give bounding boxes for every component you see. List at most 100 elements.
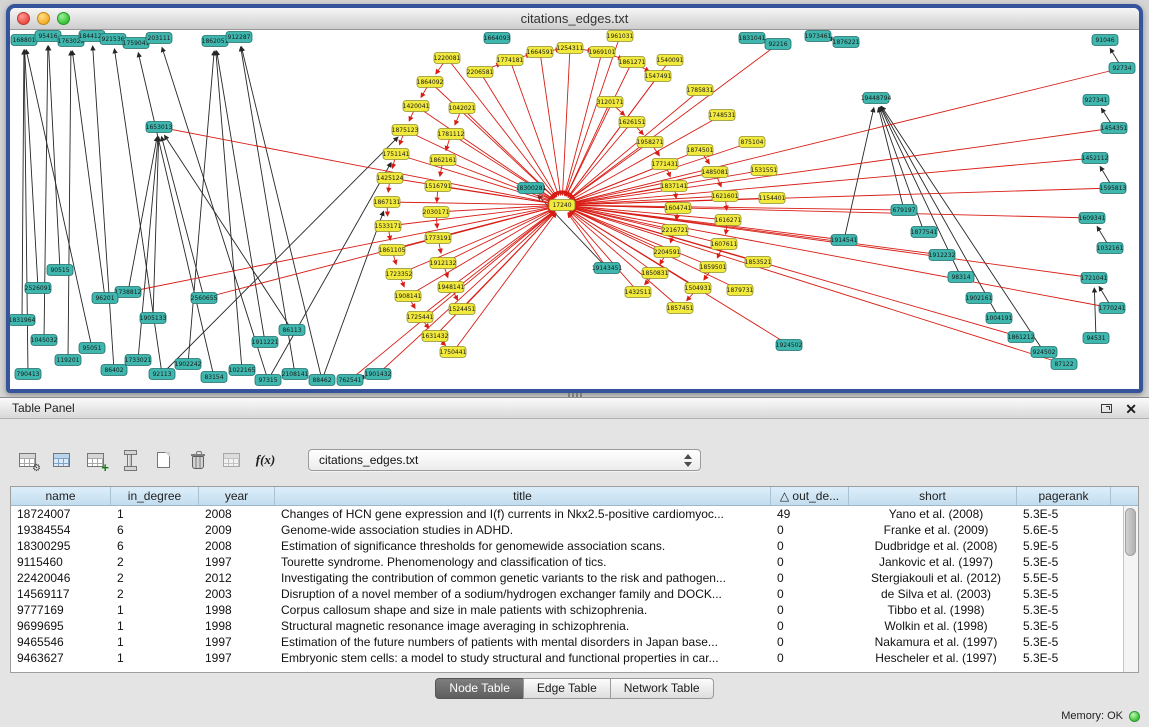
close-panel-icon[interactable]: ✕ xyxy=(1125,402,1137,416)
network-node[interactable]: 1609341 xyxy=(1079,213,1106,224)
cell-short[interactable]: de Silva et al. (2003) xyxy=(849,586,1017,602)
tab-node-table[interactable]: Node Table xyxy=(435,678,524,699)
network-node[interactable]: 1770241 xyxy=(1099,303,1126,314)
network-node[interactable]: 1631432 xyxy=(422,331,449,342)
network-node[interactable]: 1653013 xyxy=(146,122,173,133)
network-node[interactable]: 1004191 xyxy=(986,313,1013,324)
table-row[interactable]: 946554611997Estimation of the future num… xyxy=(11,634,1123,650)
cell-in_degree[interactable]: 1 xyxy=(111,506,199,522)
import-table-icon[interactable] xyxy=(218,447,245,473)
memory-status-indicator[interactable] xyxy=(1129,711,1140,722)
network-node[interactable]: 92734 xyxy=(1109,63,1135,74)
network-node[interactable]: 1751141 xyxy=(383,149,410,160)
network-node[interactable]: 679197 xyxy=(891,205,917,216)
network-node[interactable]: 1831041 xyxy=(739,33,766,44)
network-node[interactable]: 96201 xyxy=(92,293,118,304)
function-builder-icon[interactable]: f(x) xyxy=(252,447,279,473)
network-node[interactable]: 924502 xyxy=(1031,347,1057,358)
network-node[interactable]: 927341 xyxy=(1083,95,1109,106)
network-node[interactable]: 1042021 xyxy=(449,103,476,114)
network-node[interactable]: 1432511 xyxy=(625,287,652,298)
table-row[interactable]: 1830029562008Estimation of significance … xyxy=(11,538,1123,554)
column-header-year[interactable]: year xyxy=(199,487,275,505)
network-node[interactable]: 1861105 xyxy=(379,245,406,256)
network-node[interactable]: 1911221 xyxy=(252,337,279,348)
column-header-title[interactable]: title xyxy=(275,487,771,505)
cell-out_de[interactable]: 0 xyxy=(771,522,849,538)
table-row[interactable]: 1456911722003Disruption of a novel membe… xyxy=(11,586,1123,602)
cell-in_degree[interactable]: 6 xyxy=(111,522,199,538)
table-row[interactable]: 911546021997Tourette syndrome. Phenomeno… xyxy=(11,554,1123,570)
network-node[interactable]: 1864092 xyxy=(417,77,444,88)
network-node[interactable]: 1540091 xyxy=(657,55,684,66)
cell-year[interactable]: 2009 xyxy=(199,522,275,538)
network-node[interactable]: 1785831 xyxy=(687,85,714,96)
cell-short[interactable]: Stergiakouli et al. (2012) xyxy=(849,570,1017,586)
table-selector-dropdown[interactable]: citations_edges.txt xyxy=(308,449,701,471)
network-node[interactable]: 1454351 xyxy=(1101,123,1128,134)
network-node[interactable]: 1874501 xyxy=(687,145,714,156)
network-node[interactable]: 1032161 xyxy=(1097,243,1124,254)
cell-name[interactable]: 9115460 xyxy=(11,554,111,570)
network-node[interactable]: 90515 xyxy=(47,265,73,276)
network-node[interactable]: 1595813 xyxy=(1100,183,1127,194)
cell-out_de[interactable]: 49 xyxy=(771,506,849,522)
cell-out_de[interactable]: 0 xyxy=(771,602,849,618)
cell-name[interactable]: 18724007 xyxy=(11,506,111,522)
network-node[interactable]: 2204591 xyxy=(654,247,681,258)
network-node[interactable]: 92113 xyxy=(149,369,175,380)
network-node[interactable]: 1621601 xyxy=(712,191,739,202)
cell-in_degree[interactable]: 1 xyxy=(111,650,199,666)
cell-title[interactable]: Corpus callosum shape and size in male p… xyxy=(275,602,771,618)
column-icon[interactable] xyxy=(116,447,143,473)
cell-name[interactable]: 18300295 xyxy=(11,538,111,554)
scrollbar-thumb[interactable] xyxy=(1125,508,1136,556)
network-node[interactable]: 203111 xyxy=(146,33,172,44)
tab-edge-table[interactable]: Edge Table xyxy=(523,678,611,699)
network-node[interactable]: 1861212 xyxy=(1008,332,1035,343)
network-node[interactable]: 1725441 xyxy=(407,312,434,323)
network-node[interactable]: 2206581 xyxy=(467,67,494,78)
network-node[interactable]: 1879731 xyxy=(727,285,754,296)
network-node[interactable]: 86113 xyxy=(279,325,305,336)
cell-in_degree[interactable]: 1 xyxy=(111,618,199,634)
network-node[interactable]: 1504931 xyxy=(685,283,712,294)
network-node[interactable]: 168801 xyxy=(11,35,37,46)
cell-pagerank[interactable]: 5.3E-5 xyxy=(1017,650,1111,666)
cell-short[interactable]: Wolkin et al. (1998) xyxy=(849,618,1017,634)
cell-year[interactable]: 2012 xyxy=(199,570,275,586)
network-canvas[interactable]: 1688019541617630251844121921536175904120… xyxy=(10,30,1139,389)
network-node[interactable]: 1875123 xyxy=(392,125,419,136)
cell-pagerank[interactable]: 5.6E-5 xyxy=(1017,522,1111,538)
window-titlebar[interactable]: citations_edges.txt xyxy=(10,8,1139,30)
column-header-out_de[interactable]: △ out_de... xyxy=(771,487,849,505)
cell-title[interactable]: Embryonic stem cells: a model to study s… xyxy=(275,650,771,666)
cell-name[interactable]: 19384554 xyxy=(11,522,111,538)
network-node[interactable]: 1607611 xyxy=(711,239,738,250)
network-node[interactable]: 1759041 xyxy=(123,38,150,49)
network-node[interactable]: 1774181 xyxy=(497,55,524,66)
delete-icon[interactable] xyxy=(184,447,211,473)
cell-title[interactable]: Structural magnetic resonance image aver… xyxy=(275,618,771,634)
network-node[interactable]: 1254311 xyxy=(557,43,584,54)
network-node[interactable]: 912287 xyxy=(226,32,252,43)
column-header-short[interactable]: short xyxy=(849,487,1017,505)
network-node[interactable]: 1969101 xyxy=(589,47,616,58)
cell-pagerank[interactable]: 5.3E-5 xyxy=(1017,506,1111,522)
network-node[interactable]: 1750441 xyxy=(440,347,467,358)
network-node[interactable]: 1781112 xyxy=(438,129,465,140)
network-node[interactable]: 94531 xyxy=(1083,333,1109,344)
network-node[interactable]: 1452112 xyxy=(1082,153,1109,164)
network-node[interactable]: 1912232 xyxy=(929,250,956,261)
table-row[interactable]: 977716911998Corpus callosum shape and si… xyxy=(11,602,1123,618)
cell-pagerank[interactable]: 5.3E-5 xyxy=(1017,634,1111,650)
cell-name[interactable]: 14569117 xyxy=(11,586,111,602)
network-node[interactable]: 2216721 xyxy=(662,225,689,236)
cell-out_de[interactable]: 0 xyxy=(771,554,849,570)
column-header-pagerank[interactable]: pagerank xyxy=(1017,487,1111,505)
table-row[interactable]: 1872400712008Changes of HCN gene express… xyxy=(11,506,1123,522)
cell-title[interactable]: Changes of HCN gene expression and I(f) … xyxy=(275,506,771,522)
network-node[interactable]: 1973461 xyxy=(805,31,832,42)
network-node[interactable]: 1425124 xyxy=(377,173,404,184)
network-node[interactable]: 1877541 xyxy=(911,227,938,238)
